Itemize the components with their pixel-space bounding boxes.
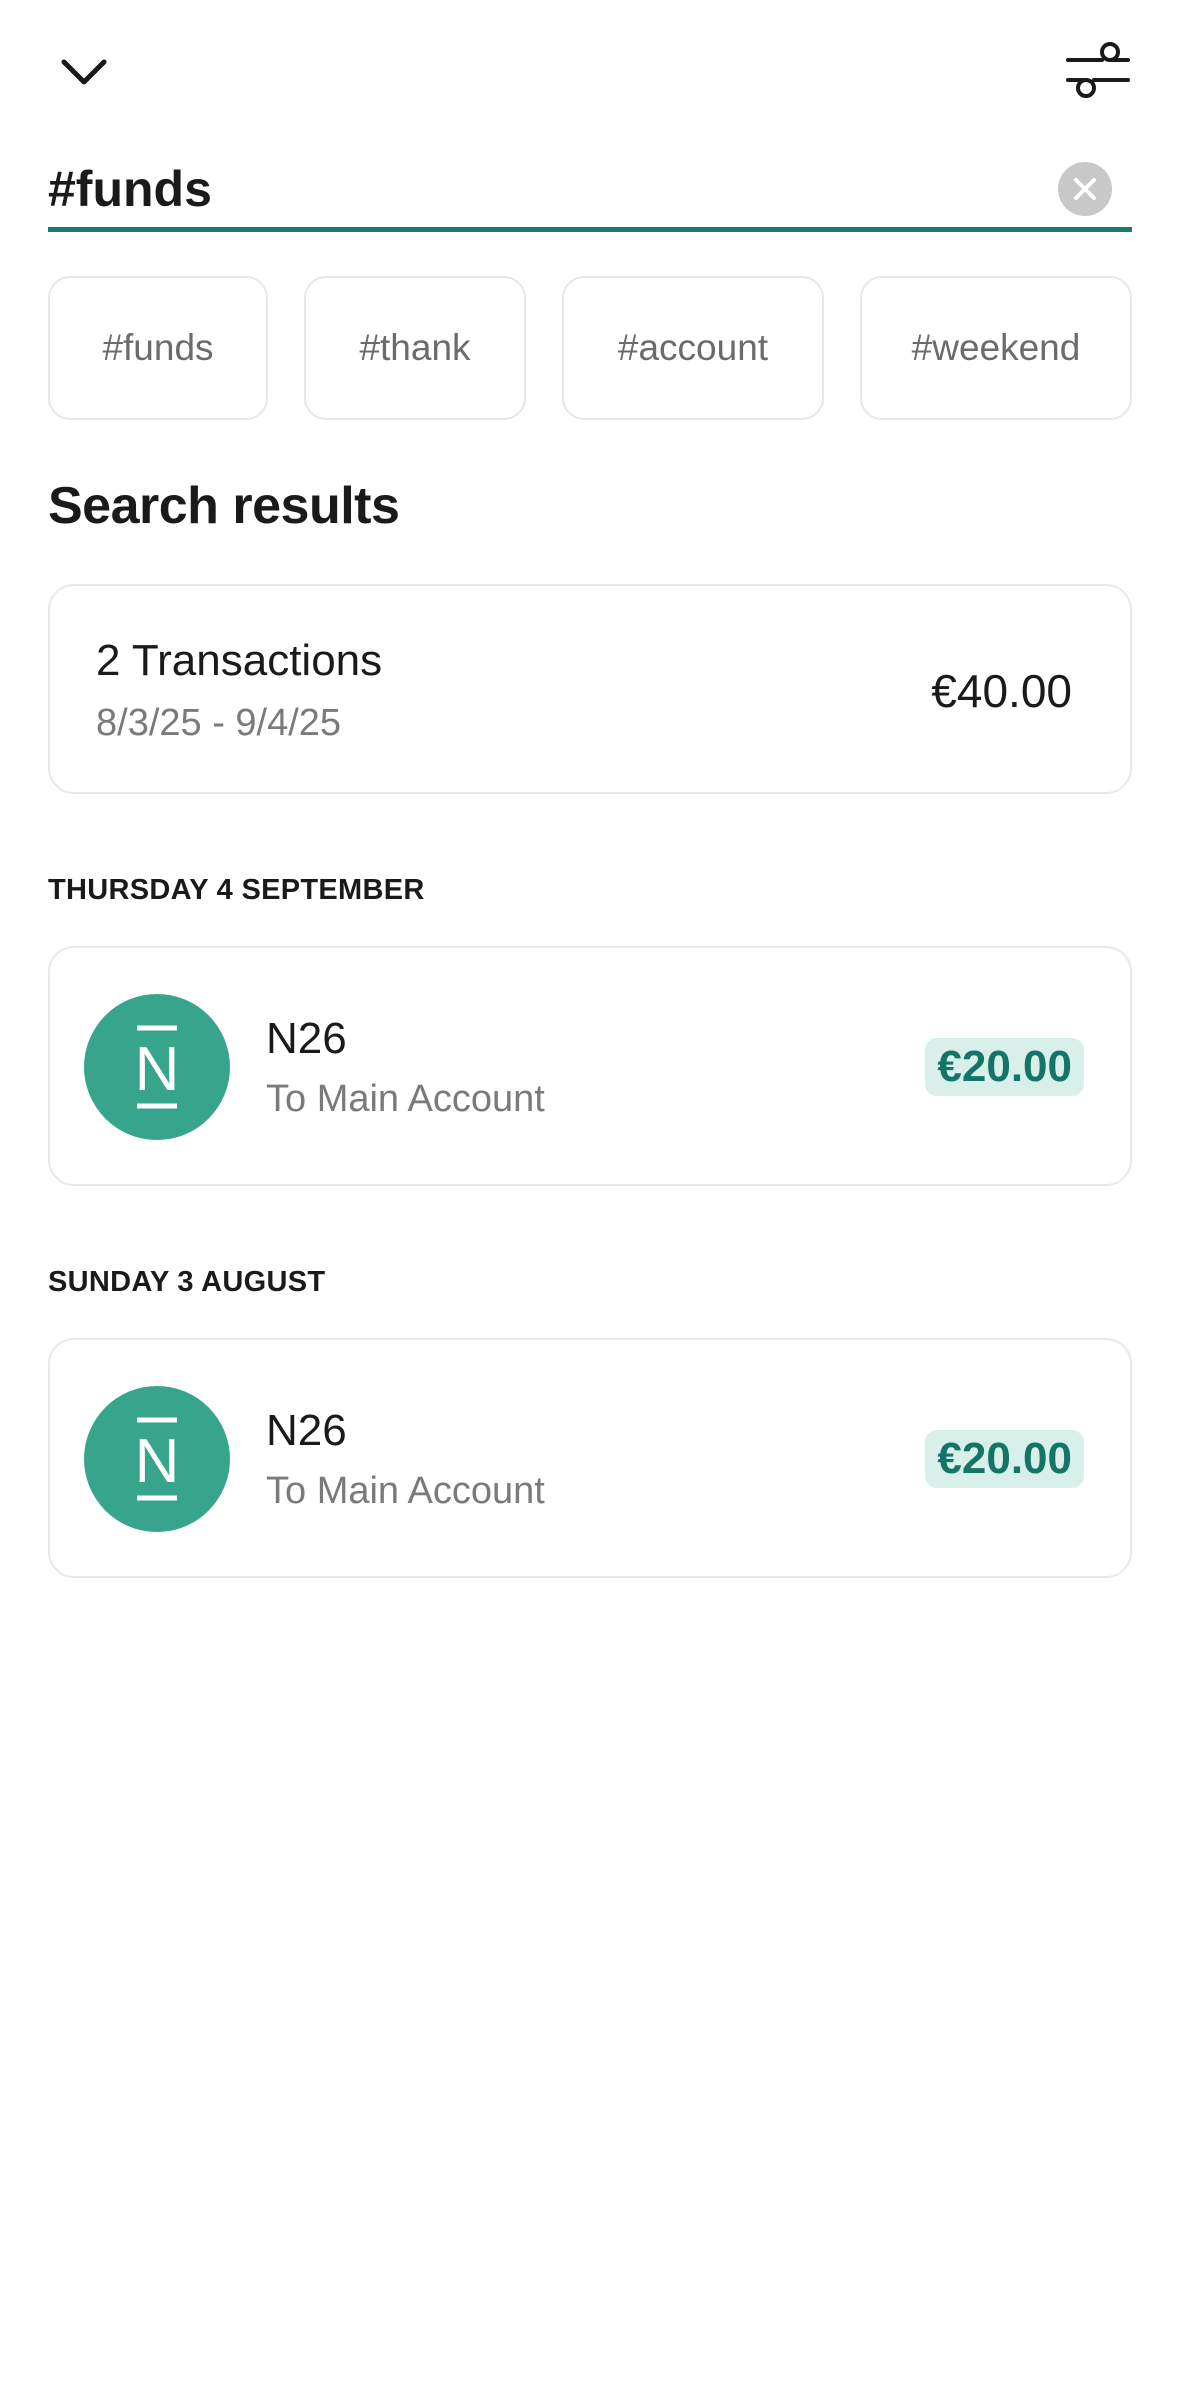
transaction-row[interactable]: N N26 To Main Account €20.00 — [48, 946, 1132, 1186]
close-icon — [1074, 177, 1096, 200]
transaction-amount: €20.00 — [925, 1430, 1084, 1488]
date-range: 8/3/25 - 9/4/25 — [96, 702, 342, 744]
transaction-row[interactable]: N N26 To Main Account €20.00 — [48, 1338, 1132, 1578]
filter-button[interactable] — [1060, 32, 1136, 108]
svg-text:N: N — [135, 1427, 180, 1496]
n26-logo-icon: N — [84, 1386, 230, 1532]
top-bar — [0, 0, 1179, 140]
collapse-button[interactable] — [48, 36, 120, 108]
chip-thank[interactable]: #thank — [304, 276, 526, 420]
merchant-name: N26 — [266, 1406, 347, 1455]
chip-funds[interactable]: #funds — [48, 276, 268, 420]
search-input[interactable] — [48, 153, 1058, 224]
svg-text:N: N — [135, 1035, 180, 1104]
transaction-amount: €20.00 — [925, 1038, 1084, 1096]
sliders-icon — [1066, 42, 1130, 98]
search-bar — [48, 150, 1132, 232]
clear-search-button[interactable] — [1058, 161, 1112, 216]
chip-account[interactable]: #account — [562, 276, 824, 420]
results-title: Search results — [48, 477, 400, 535]
merchant-name: N26 — [266, 1014, 347, 1063]
total-amount: €40.00 — [931, 665, 1072, 717]
results-summary-card[interactable]: 2 Transactions 8/3/25 - 9/4/25 €40.00 — [48, 584, 1132, 794]
n26-logo-icon: N — [84, 994, 230, 1140]
suggestion-chips: #funds #thank #account #weekend — [48, 276, 1132, 420]
transaction-count: 2 Transactions — [96, 636, 383, 685]
chip-weekend[interactable]: #weekend — [860, 276, 1132, 420]
transaction-description: To Main Account — [266, 1078, 545, 1120]
date-header: THURSDAY 4 SEPTEMBER — [48, 874, 425, 906]
transaction-description: To Main Account — [266, 1470, 545, 1512]
date-header: SUNDAY 3 AUGUST — [48, 1266, 326, 1298]
chevron-down-icon — [61, 59, 107, 85]
search-screen: #funds #thank #account #weekend Search r… — [0, 0, 1179, 2396]
